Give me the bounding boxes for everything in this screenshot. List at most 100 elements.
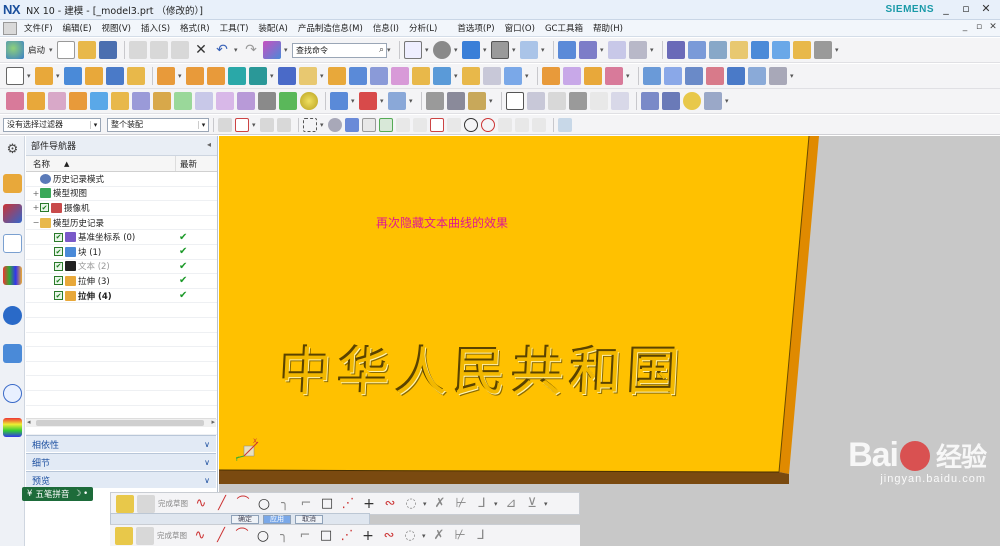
project-curve-icon[interactable]: [174, 92, 192, 110]
save-icon[interactable]: [99, 41, 118, 59]
tree-row[interactable]: ✔ 拉伸 (4) ✔: [26, 289, 217, 304]
move-component-icon[interactable]: [751, 41, 770, 59]
maximize-icon[interactable]: ▫: [958, 2, 974, 15]
menu-app-icon[interactable]: [3, 21, 17, 35]
draft-icon[interactable]: [391, 67, 409, 85]
menu-file[interactable]: 文件(F): [19, 22, 58, 34]
trim-dropdown-icon[interactable]: ▾: [454, 72, 460, 80]
wcs-icon[interactable]: [388, 92, 406, 110]
bounded-plane-icon[interactable]: [727, 67, 745, 85]
assembly-icon[interactable]: [667, 41, 686, 59]
hide-icon[interactable]: [426, 92, 444, 110]
orient-dropdown-icon[interactable]: ▾: [454, 46, 460, 54]
scope-select[interactable]: 整个装配 ▾: [107, 117, 209, 132]
offset-sketch-icon[interactable]: ⊿: [502, 495, 520, 513]
sketch-curve-dropdown-icon[interactable]: ▾: [423, 500, 429, 508]
expand-icon[interactable]: −: [32, 218, 40, 227]
sort-ascending-icon[interactable]: ▲: [64, 160, 69, 168]
menu-pmi[interactable]: 产品制造信息(M): [293, 22, 368, 34]
gc-tool-icon[interactable]: [704, 92, 722, 110]
snap-tangent-icon[interactable]: [430, 117, 444, 132]
triangle-icon[interactable]: [506, 92, 524, 110]
punctuation-icon[interactable]: •: [83, 489, 88, 499]
chevron-down-icon[interactable]: ∨: [204, 458, 210, 467]
column-name[interactable]: 名称 ▲: [26, 156, 176, 171]
point-icon[interactable]: [69, 92, 87, 110]
doc-minimize-icon[interactable]: _: [958, 22, 972, 32]
gc-dropdown-icon[interactable]: ▾: [725, 97, 731, 105]
arc-icon[interactable]: ⌒: [233, 527, 251, 545]
scrollbar-thumb[interactable]: [36, 420, 204, 426]
finish-sketch-label[interactable]: 完成草图: [158, 498, 188, 509]
dimension-icon[interactable]: [590, 92, 608, 110]
menu-insert[interactable]: 插入(S): [136, 22, 175, 34]
cut-icon[interactable]: [129, 41, 148, 59]
n-sided-icon[interactable]: [706, 67, 724, 85]
surface-dropdown-icon[interactable]: ▾: [790, 72, 796, 80]
basic-curve-icon[interactable]: [48, 92, 66, 110]
trim-curve-icon[interactable]: [258, 92, 276, 110]
tree-row[interactable]: ✔ 基准坐标系 (0) ✔: [26, 230, 217, 245]
quick-trim-icon[interactable]: ✗: [430, 527, 448, 545]
mirror-icon[interactable]: [299, 67, 317, 85]
component-icon[interactable]: [688, 41, 707, 59]
tape-icon[interactable]: [683, 92, 701, 110]
wave-icon[interactable]: [814, 41, 833, 59]
constraint-icon[interactable]: [709, 41, 728, 59]
type-filter-select[interactable]: 没有选择过滤器 ▾: [3, 117, 101, 132]
snap-on-curve-icon[interactable]: [515, 117, 529, 132]
text-curve-icon[interactable]: [132, 92, 150, 110]
circle-icon[interactable]: ○: [255, 495, 273, 513]
fit-dropdown-icon[interactable]: ▾: [425, 46, 431, 54]
layer-icon[interactable]: [520, 41, 539, 59]
split-body-icon[interactable]: [433, 67, 451, 85]
visibility-checkbox[interactable]: ✔: [54, 261, 63, 271]
rectangle-icon[interactable]: □: [317, 527, 335, 545]
repeat-dropdown-icon[interactable]: ▾: [284, 46, 290, 54]
assembly-navigator-icon[interactable]: [3, 174, 22, 193]
hd3d-icon[interactable]: [3, 306, 22, 325]
hole-icon[interactable]: [186, 67, 204, 85]
extension-icon[interactable]: [748, 67, 766, 85]
polygon-icon[interactable]: ⋰: [339, 495, 357, 513]
cone-icon[interactable]: [106, 67, 124, 85]
chevron-down-icon[interactable]: ∨: [204, 476, 210, 485]
snap-midpoint-icon[interactable]: [379, 117, 393, 132]
menu-format[interactable]: 格式(R): [175, 22, 215, 34]
tolerance-icon[interactable]: [611, 92, 629, 110]
ruler-dropdown-icon[interactable]: ▾: [351, 97, 357, 105]
menu-analysis[interactable]: 分析(L): [404, 22, 442, 34]
fillet-icon[interactable]: ╮: [275, 527, 293, 545]
snap-body-icon[interactable]: [345, 117, 359, 132]
menu-help[interactable]: 帮助(H): [588, 22, 628, 34]
arc-icon[interactable]: ⌒: [234, 495, 252, 513]
scroll-left-icon[interactable]: ◂: [27, 418, 31, 426]
filter-reset-icon[interactable]: [218, 117, 232, 132]
constraint-navigator-icon[interactable]: [3, 204, 22, 223]
work-layer-icon[interactable]: [579, 41, 598, 59]
ruler-icon[interactable]: [330, 92, 348, 110]
sketch-icon[interactable]: [6, 67, 24, 85]
coordinate-dropdown-icon[interactable]: ▾: [380, 97, 386, 105]
spline-icon[interactable]: ∾: [380, 527, 398, 545]
pen-tool-icon[interactable]: [662, 92, 680, 110]
polygon-icon[interactable]: ⋰: [338, 527, 356, 545]
show-hide-icon[interactable]: [468, 92, 486, 110]
mirror-dropdown-icon[interactable]: ▾: [320, 72, 326, 80]
finish-sketch-icon[interactable]: [115, 526, 133, 545]
fit-view-icon[interactable]: [404, 41, 423, 59]
edit-curve-icon[interactable]: [237, 92, 255, 110]
history-icon[interactable]: [3, 384, 22, 403]
snap-existing-point-icon[interactable]: [498, 117, 512, 132]
menu-window[interactable]: 窗口(O): [500, 22, 540, 34]
select-parent-icon[interactable]: [277, 117, 291, 132]
start-dropdown-icon[interactable]: ▾: [49, 46, 55, 54]
menu-view[interactable]: 视图(V): [97, 22, 136, 34]
menu-edit[interactable]: 编辑(E): [58, 22, 97, 34]
part-navigator-icon[interactable]: [3, 234, 22, 253]
mirror-sketch-icon[interactable]: ⊻: [523, 495, 541, 513]
spline-icon[interactable]: ∾: [381, 495, 399, 513]
sphere-icon[interactable]: [127, 67, 145, 85]
edge-blend-icon[interactable]: [328, 67, 346, 85]
csv-import-icon[interactable]: [195, 92, 213, 110]
